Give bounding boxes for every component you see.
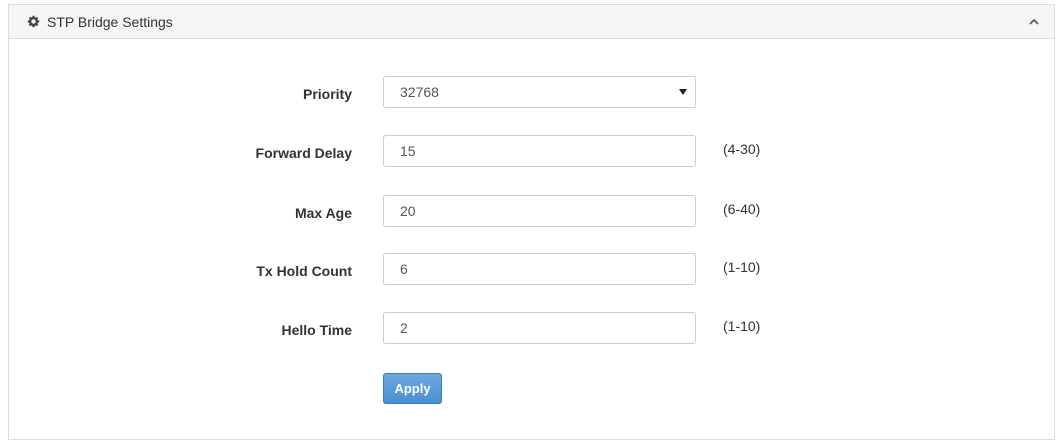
forward-delay-label: Forward Delay — [255, 145, 352, 161]
chevron-up-icon[interactable] — [1028, 16, 1040, 28]
gear-icon — [27, 15, 40, 28]
forward-delay-input[interactable] — [383, 135, 696, 167]
panel-title: STP Bridge Settings — [47, 14, 173, 30]
max-age-row: Max Age (6-40) — [9, 195, 1054, 229]
max-age-range: (6-40) — [723, 201, 761, 217]
priority-label: Priority — [302, 86, 352, 102]
forward-delay-row: Forward Delay (4-30) — [9, 135, 1054, 169]
priority-row: Priority 32768 — [9, 76, 1054, 110]
tx-hold-count-range: (1-10) — [723, 259, 761, 275]
hello-time-input[interactable] — [383, 312, 696, 344]
hello-time-label: Hello Time — [281, 322, 352, 338]
hello-time-row: Hello Time (1-10) — [9, 312, 1054, 346]
priority-select[interactable]: 32768 — [383, 76, 696, 108]
stp-bridge-settings-panel: STP Bridge Settings Priority 32768 Forwa… — [8, 4, 1055, 440]
tx-hold-count-label: Tx Hold Count — [256, 263, 352, 279]
hello-time-range: (1-10) — [723, 318, 761, 334]
max-age-label: Max Age — [294, 205, 352, 221]
priority-select-value: 32768 — [400, 84, 439, 100]
caret-down-icon — [679, 89, 687, 95]
apply-button[interactable]: Apply — [383, 373, 442, 404]
tx-hold-count-input[interactable] — [383, 253, 696, 285]
max-age-input[interactable] — [383, 195, 696, 227]
panel-header[interactable]: STP Bridge Settings — [9, 5, 1054, 39]
forward-delay-range: (4-30) — [723, 141, 761, 157]
tx-hold-count-row: Tx Hold Count (1-10) — [9, 253, 1054, 287]
